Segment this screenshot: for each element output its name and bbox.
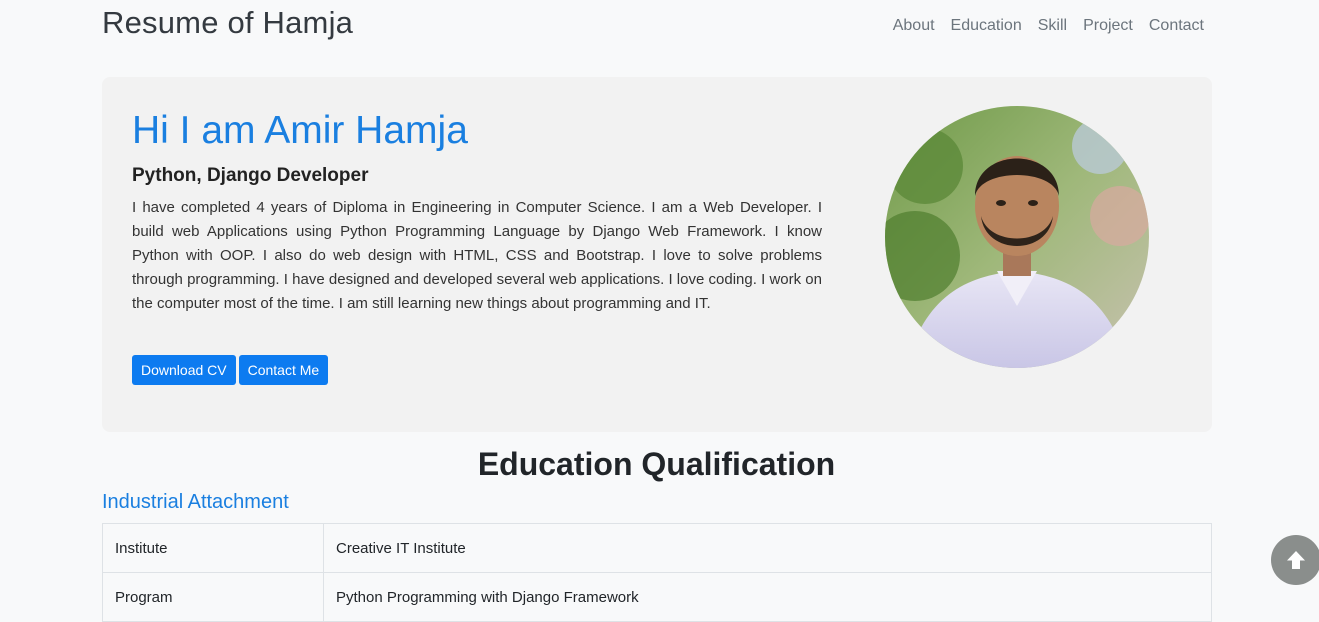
table-row: Institute Creative IT Institute xyxy=(102,523,1212,573)
nav-link-contact[interactable]: Contact xyxy=(1149,17,1204,35)
hero-description: I have completed 4 years of Diploma in E… xyxy=(132,199,822,312)
hero-section: Hi I am Amir Hamja Python, Django Develo… xyxy=(102,77,1212,432)
nav-link-project[interactable]: Project xyxy=(1083,17,1133,35)
brand-title[interactable]: Resume of Hamja xyxy=(102,5,353,41)
scroll-to-top-button[interactable] xyxy=(1271,535,1319,585)
nav-link-skill[interactable]: Skill xyxy=(1038,17,1067,35)
navbar: Resume of Hamja About Education Skill Pr… xyxy=(0,0,1319,52)
contact-me-button[interactable]: Contact Me xyxy=(238,355,329,385)
table-row: Program Python Programming with Django F… xyxy=(102,572,1212,622)
hero-buttons: Download CV Contact Me xyxy=(132,355,329,385)
education-table: Institute Creative IT Institute Program … xyxy=(102,523,1212,622)
nav-links: About Education Skill Project Contact xyxy=(893,17,1204,35)
table-cell-value: Creative IT Institute xyxy=(323,523,1212,573)
download-cv-button[interactable]: Download CV xyxy=(132,355,236,385)
education-section-title: Education Qualification xyxy=(477,446,836,482)
table-cell-value: Python Programming with Django Framework xyxy=(323,572,1212,622)
table-cell-key: Program xyxy=(102,572,324,622)
nav-link-about[interactable]: About xyxy=(893,17,935,35)
table-cell-key: Institute xyxy=(102,523,324,573)
arrow-up-icon xyxy=(1287,551,1305,569)
hero-subtitle: Python, Django Developer xyxy=(132,165,369,186)
hero-title: Hi I am Amir Hamja xyxy=(132,109,468,152)
profile-photo xyxy=(885,106,1149,368)
nav-link-education[interactable]: Education xyxy=(951,17,1022,35)
industrial-attachment-title: Industrial Attachment xyxy=(102,491,289,513)
